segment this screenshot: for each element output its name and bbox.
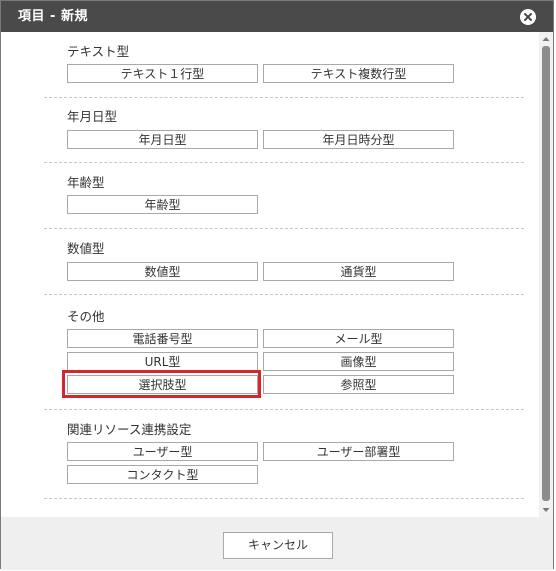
section-title-text: テキスト型 — [67, 44, 130, 59]
email-button[interactable]: メール型 — [263, 329, 454, 348]
section-age: 年齢型 年齢型 — [44, 162, 524, 229]
url-button[interactable]: URL型 — [67, 352, 258, 371]
section-title-number: 数値型 — [67, 241, 105, 256]
section-number: 数値型 数値型 通貨型 — [44, 228, 524, 295]
cancel-button[interactable]: キャンセル — [223, 532, 333, 559]
section-resource: 関連リソース連携設定 ユーザー型 ユーザー部署型 コンタクト型 — [44, 409, 524, 499]
section-title-other: その他 — [67, 309, 105, 324]
text-single-line-button[interactable]: テキスト１行型 — [67, 64, 258, 83]
dialog-titlebar: 項目 - 新規 — [1, 1, 553, 32]
section-date: 年月日型 年月日型 年月日時分型 — [44, 97, 524, 163]
scroll-down-arrow-icon[interactable] — [539, 503, 553, 517]
text-multi-line-button[interactable]: テキスト複数行型 — [263, 64, 454, 83]
user-button[interactable]: ユーザー型 — [67, 442, 258, 461]
date-button[interactable]: 年月日型 — [67, 130, 258, 149]
close-icon[interactable] — [520, 9, 536, 25]
reference-button[interactable]: 参照型 — [263, 375, 454, 394]
image-button[interactable]: 画像型 — [263, 352, 454, 371]
section-other: その他 電話番号型 メール型 URL型 画像型 選択肢型 参照型 — [44, 294, 524, 410]
dialog-title: 項目 - 新規 — [18, 9, 88, 24]
new-item-dialog: 項目 - 新規 テキスト型 テキスト１行型 テキスト複数行型 年月日型 年月日型… — [0, 0, 554, 570]
choice-button[interactable]: 選択肢型 — [67, 375, 258, 394]
section-text: テキスト型 テキスト１行型 テキスト複数行型 — [44, 32, 524, 98]
scroll-up-arrow-icon[interactable] — [539, 32, 553, 46]
section-title-age: 年齢型 — [67, 175, 105, 190]
section-title-date: 年月日型 — [67, 109, 118, 124]
age-button[interactable]: 年齢型 — [67, 195, 258, 214]
contact-button[interactable]: コンタクト型 — [67, 465, 258, 484]
user-department-button[interactable]: ユーザー部署型 — [263, 442, 454, 461]
datetime-button[interactable]: 年月日時分型 — [263, 130, 454, 149]
dialog-footer: キャンセル — [1, 517, 553, 570]
currency-button[interactable]: 通貨型 — [263, 262, 454, 281]
number-button[interactable]: 数値型 — [67, 262, 258, 281]
section-title-resource: 関連リソース連携設定 — [67, 422, 192, 437]
scroll-thumb[interactable] — [542, 46, 550, 501]
vertical-scrollbar[interactable] — [539, 32, 553, 517]
dialog-body: テキスト型 テキスト１行型 テキスト複数行型 年月日型 年月日型 年月日時分型 … — [1, 32, 539, 517]
phone-button[interactable]: 電話番号型 — [67, 329, 258, 348]
